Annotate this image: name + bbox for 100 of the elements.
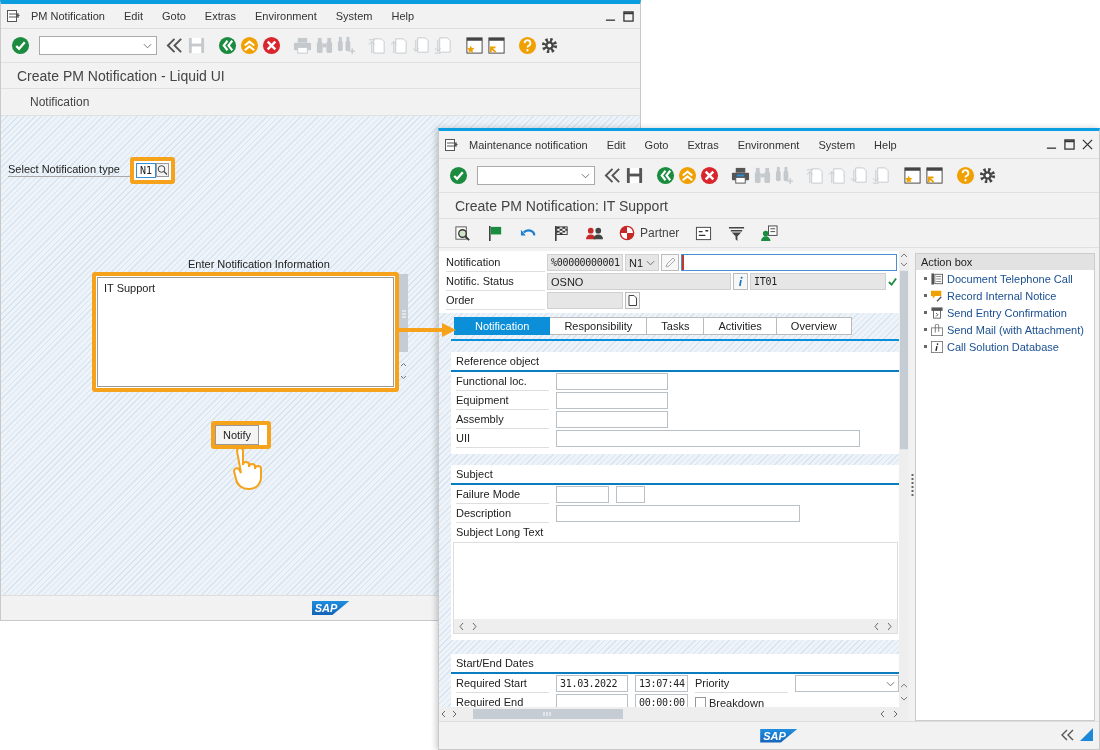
layout-icon[interactable]: [695, 224, 713, 242]
input-field[interactable]: [616, 486, 645, 503]
menu-item[interactable]: Help: [391, 10, 415, 22]
time-field[interactable]: 00:00:00: [635, 694, 688, 707]
action-link[interactable]: Send Mail (with Attachment): [947, 323, 1084, 336]
tab[interactable]: Responsibility: [550, 317, 648, 335]
check-icon[interactable]: [449, 166, 468, 185]
double-chevron-icon[interactable]: [165, 36, 184, 55]
maximize-icon[interactable]: [1064, 139, 1075, 150]
tab[interactable]: Overview: [776, 317, 852, 335]
bullet-icon: [924, 345, 927, 348]
magnifier-document-icon[interactable]: [454, 224, 471, 242]
settings-icon[interactable]: [540, 36, 559, 55]
menu-item[interactable]: Help: [874, 138, 897, 151]
checkbox-label: Breakdown: [709, 696, 765, 707]
menu-item[interactable]: Goto: [644, 138, 669, 151]
section-title: Notification: [30, 95, 90, 109]
resize-corner-icon[interactable]: [1080, 728, 1093, 741]
back-icon[interactable]: [656, 166, 675, 185]
notification-type-dropdown[interactable]: N1: [625, 254, 659, 271]
menu-item[interactable]: Maintenance notification: [469, 138, 588, 151]
menu-item[interactable]: Extras: [204, 10, 236, 22]
caret-icon[interactable]: [646, 259, 655, 266]
sap-logo: SAP: [311, 601, 350, 615]
input-field[interactable]: [556, 430, 860, 447]
command-field[interactable]: [39, 36, 157, 55]
maximize-icon[interactable]: [623, 10, 634, 22]
menu-icon[interactable]: [445, 138, 459, 151]
input-field[interactable]: [556, 486, 609, 503]
print-icon[interactable]: [731, 166, 750, 185]
date-field[interactable]: [556, 694, 628, 707]
cancel-icon[interactable]: [700, 166, 719, 185]
double-chevron-icon[interactable]: [1061, 728, 1074, 741]
input-field[interactable]: [556, 373, 668, 390]
time-field[interactable]: 13:07:44: [635, 675, 688, 692]
action-link[interactable]: Document Telephone Call: [947, 272, 1073, 285]
menu-item[interactable]: System: [335, 10, 373, 22]
menu-item[interactable]: Edit: [124, 10, 143, 22]
tab[interactable]: Notification: [454, 317, 551, 335]
menu-item[interactable]: Environment: [255, 10, 317, 22]
action-link[interactable]: Send Entry Confirmation: [947, 306, 1067, 319]
caret-icon[interactable]: [143, 42, 152, 49]
pencil-icon: [664, 257, 676, 268]
double-up-icon[interactable]: [678, 166, 697, 185]
chevron-left-icon[interactable]: [458, 621, 465, 631]
check-icon[interactable]: [11, 36, 30, 55]
chevron-left-icon[interactable]: [873, 621, 880, 631]
check-icon[interactable]: [888, 275, 897, 288]
field-label: Failure Mode: [456, 485, 549, 504]
close-icon[interactable]: [1082, 139, 1093, 150]
bullet-icon: [924, 328, 927, 331]
chevron-right-icon[interactable]: [886, 621, 893, 631]
double-chevron-icon[interactable]: [603, 166, 622, 185]
menu-item[interactable]: Goto: [161, 10, 186, 22]
filter-icon[interactable]: [728, 224, 746, 242]
screen-title: Create PM Notification - Liquid UI: [17, 67, 225, 84]
sap-logo: SAP: [760, 728, 798, 743]
field-label: Enter Notification Information: [188, 258, 330, 272]
partner-button[interactable]: Partner: [619, 225, 680, 241]
command-field[interactable]: [477, 166, 595, 185]
notify-button[interactable]: Notify: [215, 425, 260, 445]
text-area[interactable]: IT Support: [97, 277, 394, 387]
checkbox[interactable]: [695, 697, 706, 707]
pie-icon: [619, 225, 635, 241]
info-button[interactable]: [733, 273, 748, 290]
field-label: Notific. Status: [446, 272, 545, 291]
short-text-field[interactable]: [681, 254, 897, 271]
menu-icon[interactable]: [7, 10, 21, 22]
input-field[interactable]: [556, 411, 668, 428]
menu-item[interactable]: Edit: [606, 138, 626, 151]
caret-icon[interactable]: [581, 172, 590, 179]
date-field[interactable]: 31.03.2022: [556, 675, 628, 692]
double-up-icon[interactable]: [240, 36, 259, 55]
menu-item[interactable]: Environment: [737, 138, 800, 151]
input-field[interactable]: [556, 392, 668, 409]
input-field[interactable]: [556, 505, 800, 522]
menu-item[interactable]: System: [818, 138, 856, 151]
action-link[interactable]: Call Solution Database: [947, 340, 1059, 353]
flag-icon[interactable]: [487, 224, 504, 242]
settings-icon[interactable]: [978, 166, 997, 185]
splitter-handle[interactable]: [910, 474, 914, 498]
back-icon[interactable]: [218, 36, 237, 55]
menu-item[interactable]: Extras: [687, 138, 719, 151]
checkered-flag-icon[interactable]: [553, 224, 570, 242]
search-icon[interactable]: [156, 163, 170, 177]
field-label: UII: [456, 429, 549, 448]
tab[interactable]: Tasks: [647, 317, 705, 335]
action-link[interactable]: Record Internal Notice: [947, 289, 1057, 302]
edit-button[interactable]: [661, 254, 679, 271]
menu-item[interactable]: PM Notification: [31, 10, 105, 22]
field-label: Equipment: [456, 391, 549, 410]
bullet-icon: [924, 277, 927, 280]
chevron-right-icon[interactable]: [471, 621, 478, 631]
create-order-button[interactable]: [625, 292, 640, 309]
bullet-icon: [924, 311, 927, 314]
tab[interactable]: Activities: [704, 317, 777, 335]
user-assign-icon[interactable]: [761, 224, 779, 242]
notification-type-field[interactable]: N1: [136, 162, 157, 178]
caret-icon[interactable]: [886, 680, 895, 687]
cancel-icon[interactable]: [262, 36, 281, 55]
